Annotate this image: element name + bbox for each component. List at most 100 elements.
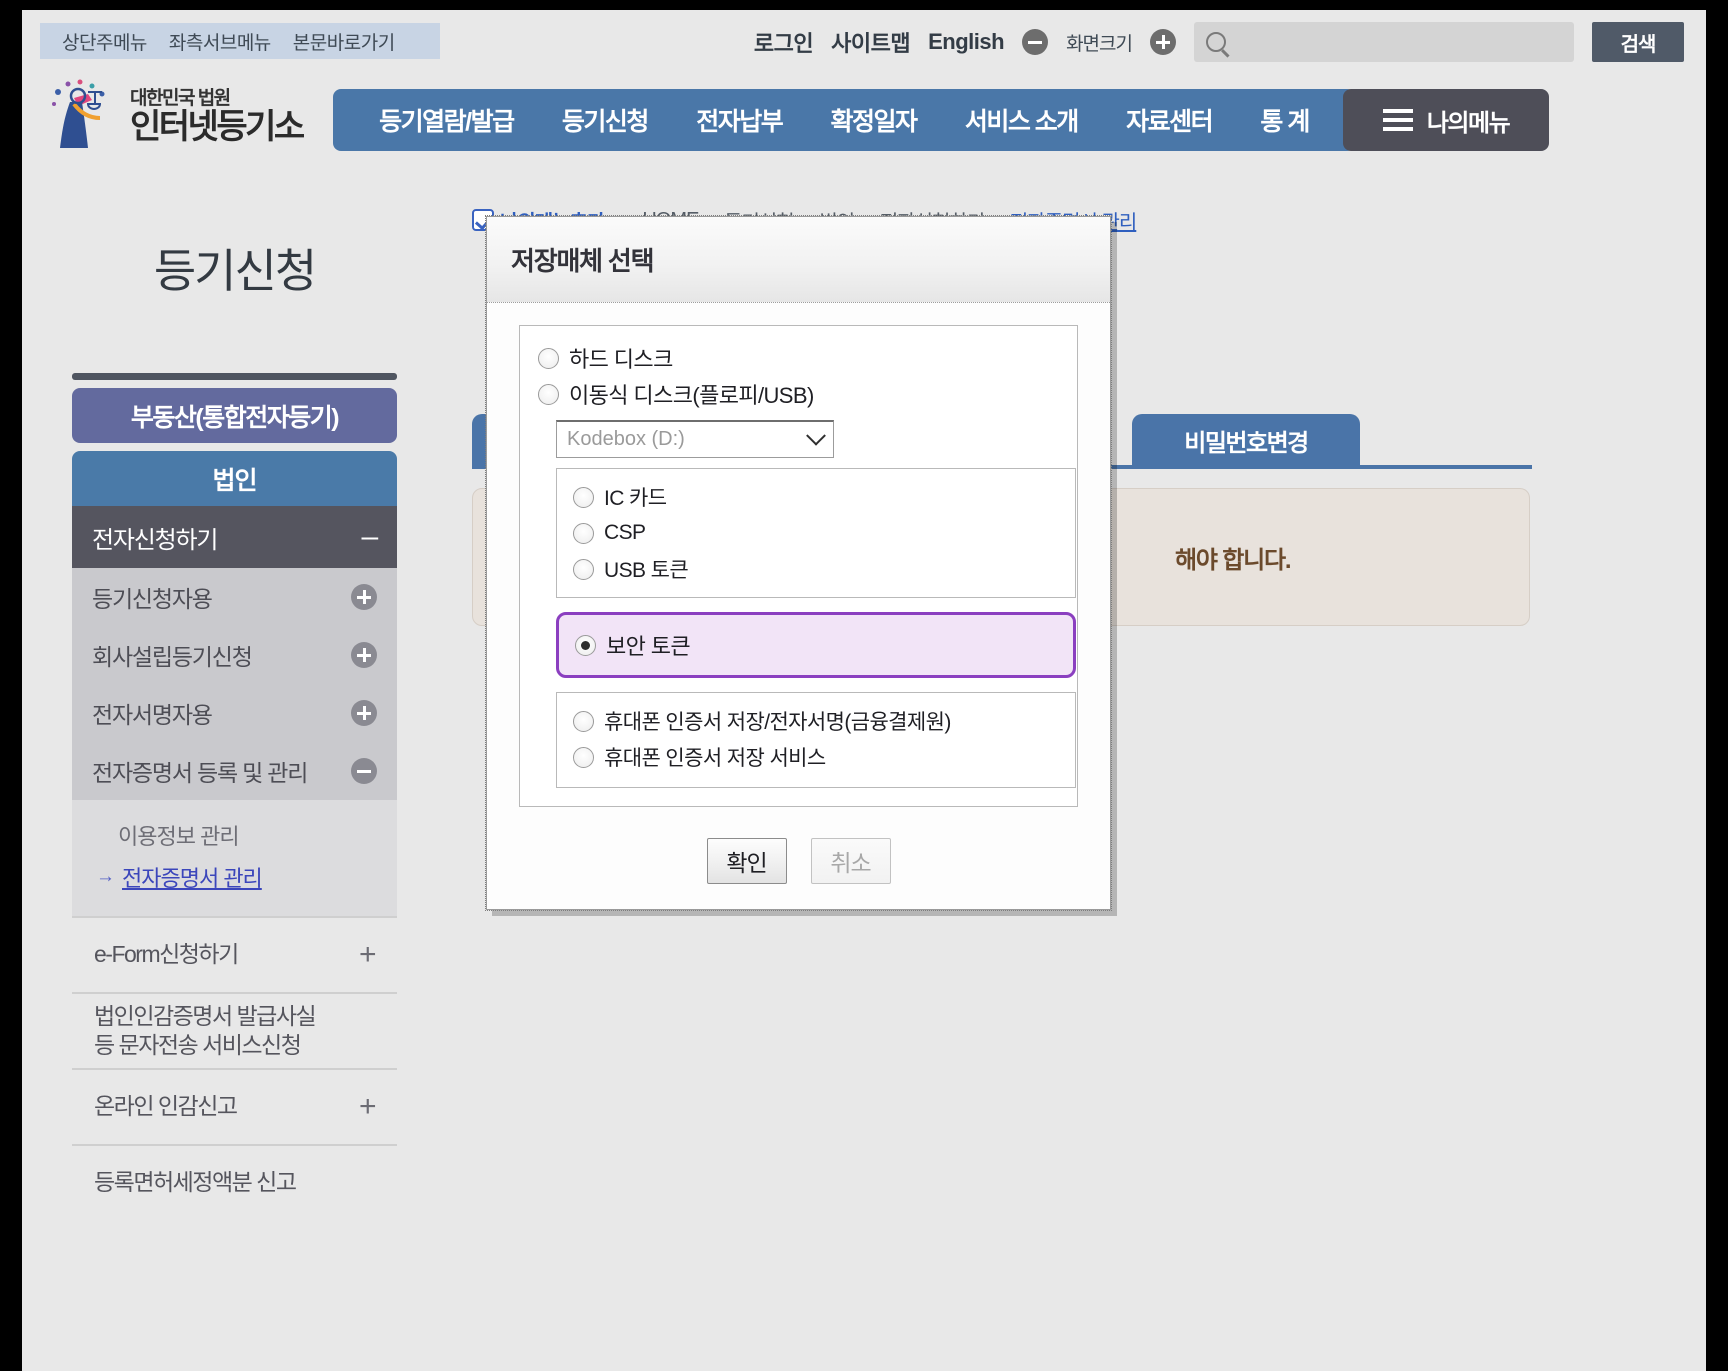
sidebar-item-label: e-Form신청하기: [94, 941, 239, 968]
drive-select-value: Kodebox (D:): [567, 428, 685, 450]
search-box[interactable]: [1194, 22, 1574, 62]
sidebar-item-company-establishment[interactable]: 회사설립등기신청: [72, 626, 397, 684]
option-removable-disk[interactable]: 이동식 디스크(플로피/USB): [538, 376, 1059, 412]
nav-item-statistics[interactable]: 통 계: [1260, 102, 1310, 138]
search-input[interactable]: [1226, 31, 1574, 53]
zoom-out-icon[interactable]: [1022, 29, 1049, 55]
radio-icon[interactable]: [573, 710, 594, 732]
tab-change-password[interactable]: 비밀번호변경: [1132, 414, 1360, 466]
sidebar-item-label-line2: 등 문자전송 서비스신청: [94, 1032, 302, 1058]
option-ic-card[interactable]: IC 카드: [573, 479, 1075, 515]
login-link[interactable]: 로그인: [754, 26, 814, 58]
sidebar-section-eapplication[interactable]: 전자신청하기 –: [72, 506, 397, 568]
minus-icon[interactable]: [351, 758, 377, 784]
nav-item-data-center[interactable]: 자료센터: [1126, 102, 1214, 138]
plus-icon[interactable]: +: [359, 938, 377, 972]
nav-item-epayment[interactable]: 전자납부: [696, 102, 784, 138]
sidebar-item-label-line1: 법인인감증명서 발급사실: [94, 1002, 317, 1029]
sidebar-item-ecert-management[interactable]: 전자증명서 등록 및 관리: [72, 742, 397, 800]
plus-icon[interactable]: [351, 584, 377, 610]
dialog-body: 하드 디스크 이동식 디스크(플로피/USB) Kodebox (D:) IC …: [487, 303, 1110, 813]
sidebar-subitem-label: 전자증명서 관리: [122, 866, 263, 891]
sidebar-item-label: 등록면허세정액분 신고: [94, 1169, 297, 1196]
sidebar-item-license-tax-report[interactable]: 등록면허세정액분 신고: [72, 1144, 397, 1220]
option-label: USB 토큰: [604, 559, 689, 582]
drive-select-dropdown[interactable]: Kodebox (D:): [556, 420, 834, 458]
zoom-in-icon[interactable]: [1150, 29, 1176, 55]
sidebar: 등기신청 부동산(통합전자등기) 법인 전자신청하기 – 등기신청자용 회사설립…: [72, 235, 397, 1220]
sidebar-item-label: 법인인감증명서 발급사실 등 문자전송 서비스신청: [94, 1002, 317, 1061]
option-usb-token[interactable]: USB 토큰: [573, 551, 1075, 587]
screenshot-root: 상단주메뉴 좌측서브메뉴 본문바로가기 로그인 사이트맵 English 화면크…: [0, 0, 1728, 1371]
sidebar-subitem-label: 이용정보 관리: [118, 824, 240, 849]
option-hard-disk[interactable]: 하드 디스크: [538, 340, 1059, 376]
hamburger-icon: [1382, 109, 1413, 131]
skip-navigation-bar: 상단주메뉴 좌측서브메뉴 본문바로가기: [40, 23, 440, 59]
screen-size-label: 화면크기: [1066, 33, 1133, 55]
browser-viewport: 상단주메뉴 좌측서브메뉴 본문바로가기 로그인 사이트맵 English 화면크…: [22, 10, 1706, 1371]
plus-icon[interactable]: [351, 642, 377, 668]
option-csp[interactable]: CSP: [573, 515, 1075, 551]
chevron-down-icon[interactable]: [806, 425, 826, 446]
sidebar-item-online-seal-report[interactable]: 온라인 인감신고 +: [72, 1068, 397, 1144]
utility-navigation: 로그인 사이트맵 English 화면크기 검색: [754, 22, 1684, 62]
option-label: 휴대폰 인증서 저장 서비스: [604, 747, 826, 770]
sidebar-subitem-ecert-management[interactable]: → 전자증명서 관리: [72, 856, 397, 898]
sidebar-tab-corporation[interactable]: 법인: [72, 451, 397, 506]
english-link[interactable]: English: [928, 29, 1004, 55]
confirm-button[interactable]: 확인: [706, 838, 787, 884]
sidebar-item-label: 전자증명서 등록 및 관리: [92, 760, 308, 786]
sidebar-section-label: 전자신청하기: [92, 526, 218, 554]
sidebar-divider: [72, 373, 397, 380]
radio-icon[interactable]: [573, 522, 594, 544]
sitemap-link[interactable]: 사이트맵: [831, 26, 910, 58]
main-navigation: 등기열람/발급 등기신청 전자납부 확정일자 서비스 소개 자료센터 통 계: [333, 89, 1355, 151]
storage-options-group: 하드 디스크 이동식 디스크(플로피/USB) Kodebox (D:) IC …: [519, 325, 1078, 807]
plus-icon[interactable]: +: [359, 1090, 377, 1124]
sidebar-subitem-usage-info[interactable]: 이용정보 관리: [72, 814, 397, 856]
option-mobile-cert-save-service[interactable]: 휴대폰 인증서 저장 서비스: [573, 739, 1075, 775]
radio-icon[interactable]: [573, 486, 594, 508]
sidebar-item-applicant[interactable]: 등기신청자용: [72, 568, 397, 626]
sidebar-item-label: 전자서명자용: [92, 702, 213, 728]
option-label: 보안 토큰: [606, 634, 691, 659]
minus-icon[interactable]: –: [362, 522, 379, 552]
skip-to-sub-menu-link[interactable]: 좌측서브메뉴: [169, 28, 271, 55]
skip-to-top-menu-link[interactable]: 상단주메뉴: [62, 28, 147, 55]
search-button[interactable]: 검색: [1592, 22, 1684, 62]
nav-item-fixed-date[interactable]: 확정일자: [831, 102, 919, 138]
radio-icon-selected[interactable]: [575, 634, 596, 656]
logo-title: 인터넷등기소: [130, 107, 305, 146]
page-title: 등기신청: [153, 245, 317, 297]
cancel-button[interactable]: 취소: [810, 838, 891, 884]
site-logo[interactable]: 대한민국 법원 인터넷등기소: [44, 72, 334, 156]
skip-to-content-link[interactable]: 본문바로가기: [293, 28, 395, 55]
token-options-group: IC 카드 CSP USB 토큰: [556, 468, 1076, 598]
option-security-token-highlight[interactable]: 보안 토큰: [556, 612, 1076, 678]
nav-item-registry-view[interactable]: 등기열람/발급: [379, 102, 515, 138]
my-menu-button[interactable]: 나의메뉴: [1343, 89, 1549, 151]
sidebar-item-eform[interactable]: e-Form신청하기 +: [72, 916, 397, 992]
sidebar-item-esignature[interactable]: 전자서명자용: [72, 684, 397, 742]
radio-icon[interactable]: [538, 347, 559, 369]
option-mobile-cert-save-sign[interactable]: 휴대폰 인증서 저장/전자서명(금융결제원): [573, 703, 1075, 739]
radio-icon[interactable]: [573, 558, 594, 580]
option-security-token[interactable]: 보안 토큰: [575, 627, 1073, 663]
search-icon: [1206, 32, 1226, 52]
notice-text: 해야 합니다.: [1175, 546, 1292, 574]
nav-item-registry-application[interactable]: 등기신청: [562, 102, 650, 138]
dialog-titlebar: 저장매체 선택: [487, 217, 1110, 303]
radio-icon[interactable]: [538, 383, 559, 405]
logo-subtitle: 대한민국 법원: [130, 87, 231, 109]
sidebar-tab-realestate[interactable]: 부동산(통합전자등기): [72, 388, 397, 443]
dialog-footer: 확인 취소: [487, 813, 1110, 909]
court-emblem-icon: [44, 74, 124, 154]
option-label: IC 카드: [604, 487, 667, 510]
plus-icon[interactable]: [351, 700, 377, 726]
sidebar-item-label: 등기신청자용: [92, 586, 213, 612]
storage-media-dialog: 저장매체 선택 하드 디스크 이동식 디스크(플로피/USB) Kodebox …: [485, 215, 1112, 911]
radio-icon[interactable]: [573, 746, 594, 768]
sidebar-item-seal-cert-sms[interactable]: 법인인감증명서 발급사실 등 문자전송 서비스신청: [72, 992, 397, 1068]
nav-item-service-intro[interactable]: 서비스 소개: [965, 102, 1079, 138]
option-label: 이동식 디스크(플로피/USB): [569, 383, 814, 408]
